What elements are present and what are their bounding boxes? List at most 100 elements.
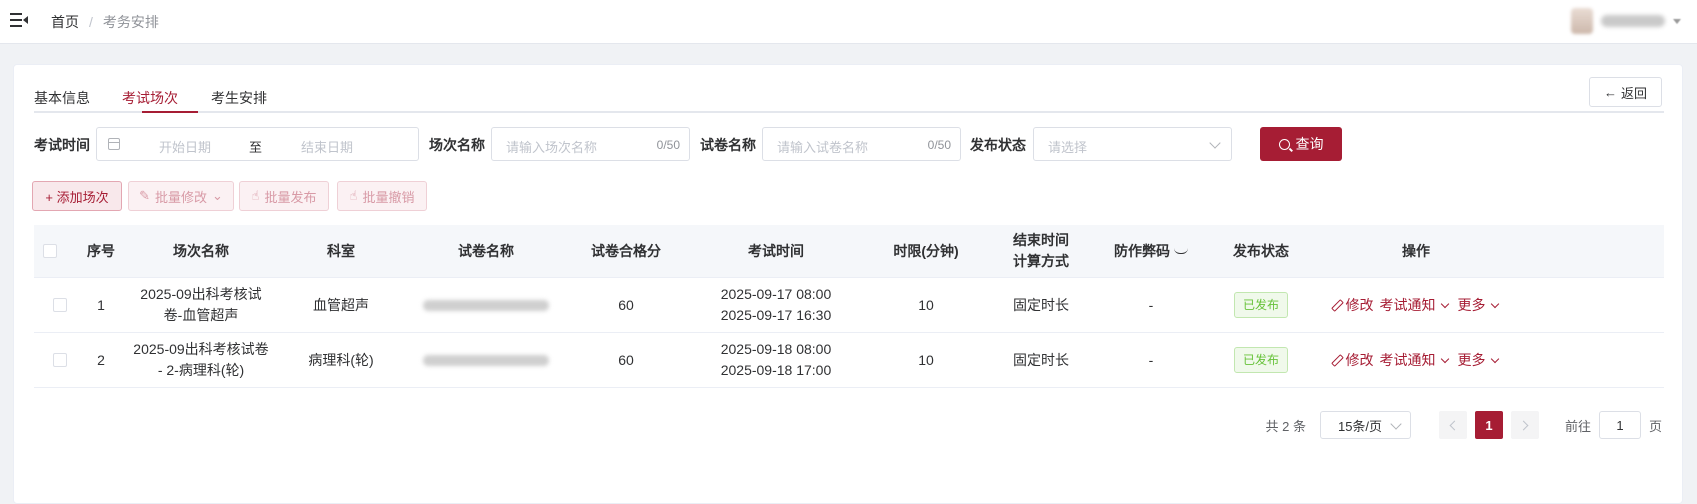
active-tab-indicator (142, 111, 198, 113)
end-date-input[interactable]: 结束日期 (301, 137, 353, 156)
prev-page-button[interactable] (1438, 411, 1467, 439)
cell-department: 血管超声 (313, 296, 369, 313)
select-all-checkbox[interactable] (43, 244, 57, 258)
exam-notice-label: 考试通知 (1379, 296, 1436, 313)
cell-time-limit: 10 (918, 351, 934, 368)
pagination: 共 2 条 15条/页 1 前往 1 页 (1265, 411, 1662, 439)
menu-toggle-icon[interactable] (10, 12, 28, 28)
breadcrumb: 首页 / 考务安排 (51, 12, 159, 32)
session-name-line2: 卷-血管超声 (163, 307, 239, 323)
table-row: 1 2025-09出科考核试 卷-血管超声 血管超声 60 2025-09-17… (34, 278, 1664, 333)
session-name-line1: 2025-09出科考核试卷 (133, 341, 269, 357)
edit-button[interactable]: 修改 (1331, 295, 1374, 316)
caret-down-icon[interactable] (1673, 18, 1681, 24)
cell-paper-name (406, 278, 566, 332)
paper-name-counter: 0/50 (927, 138, 951, 152)
chevron-right-icon (1518, 420, 1529, 430)
header-operations: 操作 (1402, 242, 1430, 259)
exam-end-time: 2025-09-17 16:30 (720, 307, 832, 323)
pagination-total: 共 2 条 (1265, 418, 1306, 434)
tab-bar: 基本信息 考试场次 考生安排 (34, 83, 1664, 113)
cell-paper-name (406, 333, 566, 387)
chevron-down-icon (1209, 137, 1221, 149)
page-size-select[interactable]: 15条/页 (1319, 411, 1411, 439)
eye-closed-icon[interactable] (1174, 248, 1188, 254)
add-session-button[interactable]: + 添加场次 (32, 181, 122, 211)
filter-bar: 考试时间 开始日期 至 结束日期 场次名称 请输入场次名称 0/50 试卷名称 … (34, 127, 1674, 161)
cell-pass-score: 60 (618, 351, 634, 368)
session-name-counter: 0/50 (656, 138, 680, 152)
status-badge: 已发布 (1233, 292, 1288, 318)
row-checkbox[interactable] (53, 298, 67, 312)
username[interactable] (1601, 15, 1665, 27)
chevron-down-icon (1440, 299, 1449, 308)
row-checkbox[interactable] (53, 353, 67, 367)
avatar[interactable] (1571, 8, 1593, 34)
header-anti-cheat: 防作弊码 (1096, 225, 1206, 277)
more-dropdown[interactable]: 更多 (1458, 295, 1502, 316)
publish-status-select[interactable]: 请选择 (1033, 127, 1232, 161)
query-button-label: 查询 (1295, 136, 1324, 152)
query-button[interactable]: 查询 (1260, 127, 1342, 161)
chevron-down-icon (1490, 299, 1499, 308)
user-menu[interactable] (1571, 8, 1681, 34)
cell-operations: 修改 考试通知 更多 (1316, 278, 1516, 332)
batch-edit-label: 批量修改 (154, 189, 207, 205)
start-date-input[interactable]: 开始日期 (159, 137, 211, 156)
chevron-down-icon: ⌄ (212, 188, 223, 203)
tab-examinee-arrangement[interactable]: 考生安排 (211, 88, 267, 108)
row-checkbox-cell (44, 333, 76, 387)
paper-name-input[interactable]: 请输入试卷名称 0/50 (762, 127, 961, 161)
cell-anti-cheat: - (1148, 351, 1154, 368)
pencil-icon (1331, 354, 1343, 366)
goto-suffix: 页 (1648, 418, 1662, 434)
more-dropdown[interactable]: 更多 (1458, 350, 1502, 371)
session-name-label: 场次名称 (429, 137, 485, 153)
breadcrumb-home[interactable]: 首页 (51, 12, 79, 32)
cell-status: 已发布 (1206, 278, 1316, 332)
session-name-input[interactable]: 请输入场次名称 0/50 (491, 127, 690, 161)
row-checkbox-cell (44, 278, 76, 332)
header-session-name: 场次名称 (173, 242, 229, 259)
tab-basic-info[interactable]: 基本信息 (34, 88, 90, 108)
next-page-button[interactable] (1510, 411, 1539, 439)
exam-time-range-picker[interactable]: 开始日期 至 结束日期 (96, 127, 419, 161)
header-time-limit: 时限(分钟) (893, 242, 959, 259)
batch-publish-button[interactable]: ☝ 批量发布 (239, 181, 329, 211)
exam-notice-dropdown[interactable]: 考试通知 (1380, 350, 1452, 371)
header-end-calc: 结束时间 计算方式 (986, 225, 1096, 277)
session-name-placeholder: 请输入场次名称 (506, 140, 598, 155)
header-exam-time: 考试时间 (748, 242, 804, 259)
paper-name-placeholder: 请输入试卷名称 (777, 140, 869, 155)
cell-index: 1 (97, 296, 105, 313)
cell-index: 2 (97, 351, 105, 368)
tab-exam-sessions[interactable]: 考试场次 (122, 88, 178, 108)
table-row: 2 2025-09出科考核试卷 - 2-病理科(轮) 病理科(轮) 60 202… (34, 333, 1664, 388)
arrow-left-icon: ← (1603, 84, 1617, 100)
cell-session-name: 2025-09出科考核试卷 - 2-病理科(轮) (126, 333, 276, 387)
back-button[interactable]: ← 返回 (1589, 77, 1662, 107)
range-separator: 至 (249, 140, 263, 155)
cell-operations: 修改 考试通知 更多 (1316, 333, 1516, 387)
header-pass-score: 试卷合格分 (591, 242, 661, 259)
cell-department: 病理科(轮) (308, 351, 374, 368)
exam-notice-dropdown[interactable]: 考试通知 (1380, 295, 1452, 316)
batch-publish-label: 批量发布 (264, 189, 317, 205)
publish-status-label: 发布状态 (970, 137, 1026, 153)
more-label: 更多 (1457, 296, 1486, 313)
goto-page-input[interactable]: 1 (1598, 411, 1641, 439)
cell-exam-time: 2025-09-17 08:00 2025-09-17 16:30 (686, 278, 866, 332)
hand-icon: ☝ (349, 188, 358, 203)
page-number-button[interactable]: 1 (1474, 411, 1503, 439)
chevron-down-icon (1390, 418, 1402, 430)
chevron-down-icon (1440, 354, 1449, 363)
breadcrumb-current: 考务安排 (102, 14, 159, 30)
batch-edit-button[interactable]: ✎ 批量修改 ⌄ (128, 181, 234, 211)
cell-anti-cheat: - (1148, 296, 1154, 313)
batch-revoke-button[interactable]: ☝ 批量撤销 (337, 181, 427, 211)
edit-button[interactable]: 修改 (1331, 350, 1374, 371)
edit-label: 修改 (1345, 351, 1374, 368)
chevron-left-icon (1449, 420, 1460, 430)
pencil-icon (1331, 299, 1343, 311)
add-session-label: + 添加场次 (45, 189, 109, 205)
